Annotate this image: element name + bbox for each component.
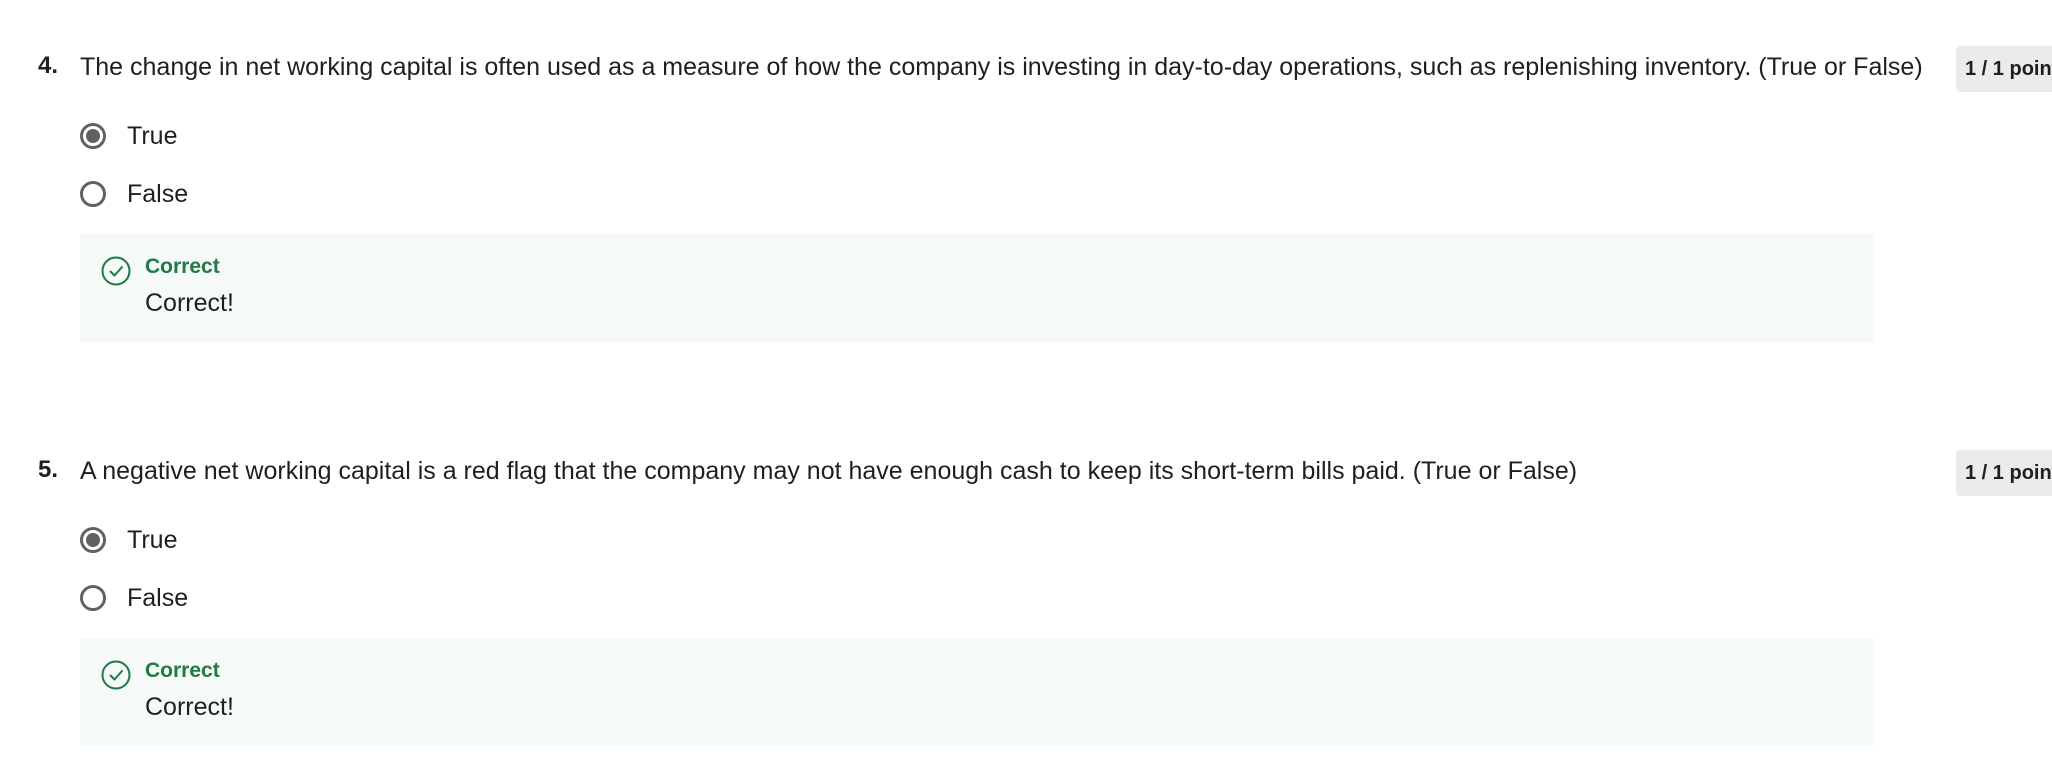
question-text: A negative net working capital is a red … bbox=[80, 457, 1578, 485]
feedback-panel: Correct Correct! bbox=[80, 638, 1874, 746]
option-true[interactable]: True bbox=[80, 118, 188, 154]
feedback-panel: Correct Correct! bbox=[80, 234, 1874, 342]
option-false[interactable]: False bbox=[80, 580, 188, 616]
question-text: The change in net working capital is oft… bbox=[80, 53, 1923, 81]
answer-options: True False bbox=[80, 118, 188, 234]
question-number: 4. bbox=[38, 52, 59, 79]
option-label: False bbox=[127, 583, 189, 612]
answer-options: True False bbox=[80, 522, 188, 638]
radio-unselected[interactable] bbox=[80, 181, 106, 207]
radio-selected[interactable] bbox=[80, 527, 106, 553]
option-label: True bbox=[127, 121, 178, 150]
points-badge: 1 / 1 point bbox=[1956, 450, 2052, 496]
option-true[interactable]: True bbox=[80, 522, 188, 558]
feedback-message: Correct! bbox=[145, 693, 234, 721]
option-label: False bbox=[127, 179, 189, 208]
feedback-status: Correct bbox=[145, 659, 220, 682]
question-number: 5. bbox=[38, 456, 59, 483]
check-circle-icon bbox=[101, 660, 131, 690]
feedback-status: Correct bbox=[145, 255, 220, 278]
check-circle-icon bbox=[101, 256, 131, 286]
quiz-results-page: 4. The change in net working capital is … bbox=[0, 0, 2052, 762]
option-label: True bbox=[127, 525, 178, 554]
points-badge: 1 / 1 point bbox=[1956, 46, 2052, 92]
feedback-message: Correct! bbox=[145, 289, 234, 317]
option-false[interactable]: False bbox=[80, 176, 188, 212]
radio-unselected[interactable] bbox=[80, 585, 106, 611]
radio-selected[interactable] bbox=[80, 123, 106, 149]
